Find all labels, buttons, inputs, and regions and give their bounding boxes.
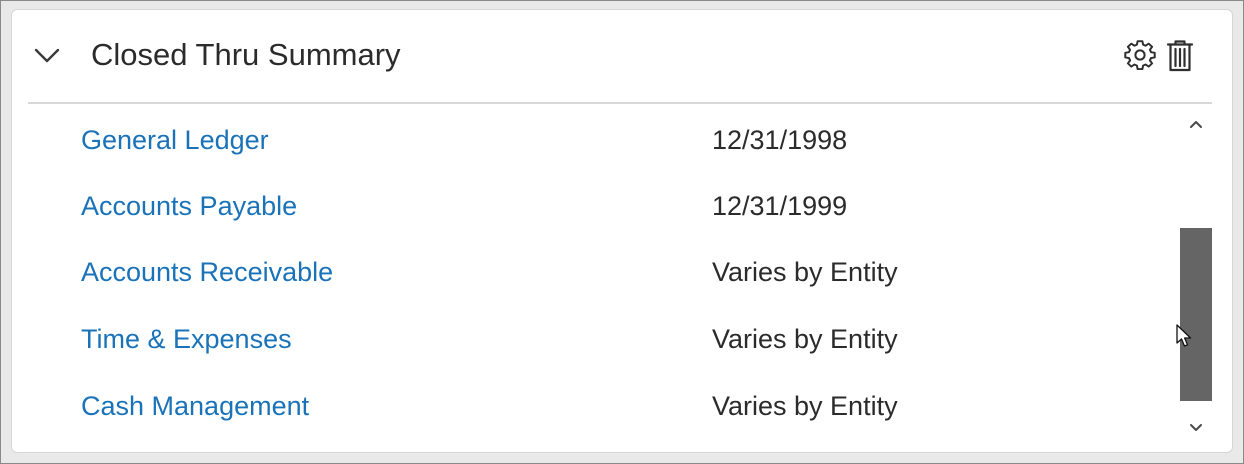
header-actions [1124,39,1196,73]
module-list: General Ledger 12/31/1998 Accounts Payab… [12,106,1177,450]
gear-icon [1124,40,1156,71]
module-link-accounts-payable[interactable]: Accounts Payable [81,186,297,226]
widget-header: Closed Thru Summary [12,10,1232,102]
chevron-down-icon [34,48,60,63]
scroll-up-button[interactable] [1179,112,1212,136]
list-item: Accounts Payable 12/31/1999 [12,186,1177,226]
vertical-scrollbar[interactable] [1179,110,1212,440]
window-frame: Closed Thru Summary General Ledger 12/31… [0,0,1244,464]
module-link-general-ledger[interactable]: General Ledger [81,120,269,160]
widget-title: Closed Thru Summary [91,37,401,72]
trash-icon [1166,40,1194,72]
closed-thru-value: Varies by Entity [712,257,898,287]
module-link-accounts-receivable[interactable]: Accounts Receivable [81,252,333,292]
list-item: Time & Expenses Varies by Entity [12,319,1177,359]
module-link-time-expenses[interactable]: Time & Expenses [81,319,292,359]
list-item: Accounts Receivable Varies by Entity [12,252,1177,292]
list-item: General Ledger 12/31/1998 [12,120,1177,160]
closed-thru-value: 12/31/1999 [712,191,848,221]
closed-thru-value: 12/31/1998 [712,125,848,155]
closed-thru-value: Varies by Entity [712,391,898,421]
scroll-down-button[interactable] [1179,416,1212,440]
header-divider [28,102,1212,104]
chevron-up-icon [1189,121,1202,128]
closed-thru-summary-widget: Closed Thru Summary General Ledger 12/31… [11,9,1233,453]
module-link-cash-management[interactable]: Cash Management [81,386,309,426]
closed-thru-value: Varies by Entity [712,324,898,354]
delete-button[interactable] [1164,39,1196,73]
list-item: Cash Management Varies by Entity [12,386,1177,426]
settings-button[interactable] [1124,39,1156,73]
chevron-down-icon [1189,424,1202,431]
scrollbar-thumb[interactable] [1180,228,1212,401]
collapse-button[interactable] [32,41,62,71]
